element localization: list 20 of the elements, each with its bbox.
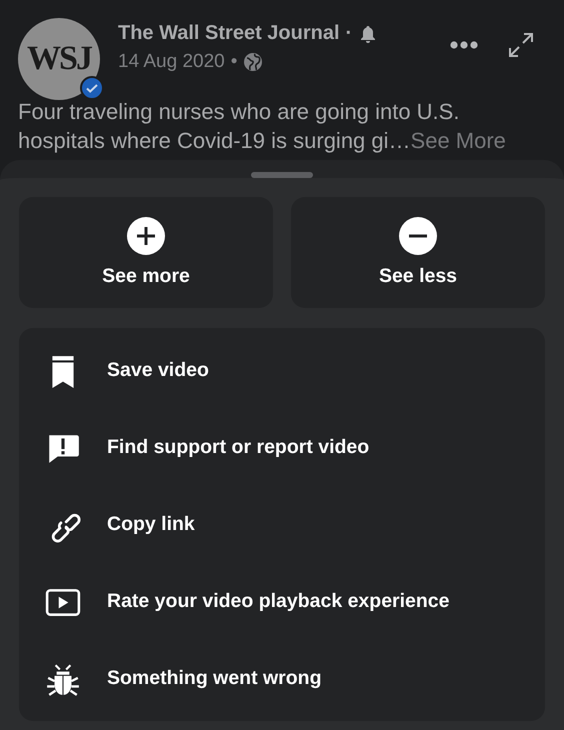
feedback-button[interactable]: See more	[19, 197, 273, 308]
separator: •	[230, 51, 238, 73]
expand-icon[interactable]	[508, 32, 534, 58]
drag-handle[interactable]	[251, 172, 313, 178]
post-text: Four traveling nurses who are going into U.S. hospitals where Covid-19 is surging gi…See More	[18, 98, 507, 155]
globe-icon	[243, 52, 264, 72]
plus-icon	[127, 217, 165, 255]
feedback-button[interactable]: See less	[291, 197, 545, 308]
post-date[interactable]: 14 Aug 2020	[118, 51, 225, 73]
author-name[interactable]: The Wall Street Journal	[118, 22, 340, 45]
see-more-link[interactable]: See More	[410, 128, 506, 153]
menu-item[interactable]: Save video	[107, 359, 209, 382]
more-options-icon[interactable]	[450, 41, 478, 49]
menu-item[interactable]: Find support or report video	[107, 436, 370, 459]
separator: ·	[346, 22, 352, 45]
avatar-logo[interactable]: WSJ	[18, 18, 100, 100]
menu-item[interactable]: Something went wrong	[107, 667, 322, 690]
minus-icon	[399, 217, 437, 255]
menu-item[interactable]: Rate your video playback experience	[107, 590, 450, 613]
menu-item[interactable]: Copy link	[107, 513, 195, 536]
